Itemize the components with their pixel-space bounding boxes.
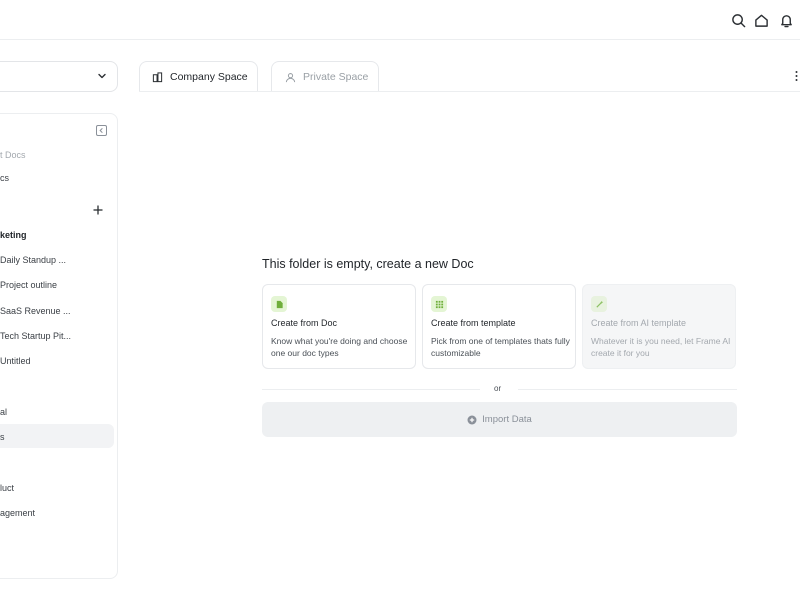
empty-state-title: This folder is empty, create a new Doc bbox=[262, 257, 474, 271]
plus-circle-icon bbox=[467, 415, 477, 424]
tab-label: Private Space bbox=[303, 71, 369, 83]
tab-divider bbox=[139, 91, 800, 92]
grid-icon bbox=[431, 296, 447, 312]
divider bbox=[262, 389, 480, 390]
import-data-label: Import Data bbox=[482, 414, 532, 425]
card-title: Create from AI template bbox=[591, 318, 687, 328]
user-icon bbox=[285, 72, 296, 82]
sidebar-folder[interactable]: agement bbox=[0, 508, 35, 518]
divider bbox=[518, 389, 737, 390]
sidebar-folder[interactable]: luct bbox=[0, 483, 14, 493]
sidebar-doc[interactable]: Tech Startup Pit... bbox=[0, 331, 71, 341]
card-description: Whatever it is you need, let Frame AI cr… bbox=[591, 336, 731, 358]
chevron-down-icon bbox=[98, 73, 106, 79]
tab-label: Company Space bbox=[170, 71, 248, 83]
card-description: Pick from one of templates thats fully c… bbox=[431, 336, 570, 358]
sidebar-doc[interactable]: Untitled bbox=[0, 356, 31, 366]
tab-company-space[interactable]: Company Space bbox=[139, 61, 258, 92]
magic-wand-icon bbox=[591, 296, 607, 312]
sidebar-doc[interactable]: SaaS Revenue ... bbox=[0, 306, 71, 316]
create-from-template-card[interactable]: Create from template Pick from one of te… bbox=[422, 284, 576, 369]
bell-icon[interactable] bbox=[777, 11, 795, 29]
import-data-button[interactable]: Import Data bbox=[262, 402, 737, 437]
sidebar-item[interactable]: cs bbox=[0, 173, 9, 183]
sidebar-item[interactable]: t Docs bbox=[0, 150, 26, 160]
tab-private-space[interactable]: Private Space bbox=[271, 61, 379, 92]
sidebar-doc[interactable]: Daily Standup ... bbox=[0, 255, 66, 265]
create-from-ai-template-card: Create from AI template Whatever it is y… bbox=[582, 284, 736, 369]
card-description: Know what you're doing and choose one ou… bbox=[271, 336, 408, 358]
workspace-select[interactable] bbox=[0, 61, 118, 92]
doc-icon bbox=[271, 296, 287, 312]
or-label: or bbox=[494, 384, 502, 393]
more-options-icon[interactable] bbox=[793, 69, 800, 83]
add-folder-icon[interactable] bbox=[92, 204, 104, 216]
card-title: Create from template bbox=[431, 318, 516, 328]
card-title: Create from Doc bbox=[271, 318, 338, 328]
search-icon[interactable] bbox=[729, 11, 747, 29]
home-icon[interactable] bbox=[752, 11, 770, 29]
create-from-doc-card[interactable]: Create from Doc Know what you're doing a… bbox=[262, 284, 416, 369]
sidebar-folder[interactable]: keting bbox=[0, 230, 27, 240]
sidebar-folder-selected[interactable]: s bbox=[0, 424, 114, 448]
sidebar-doc[interactable]: Project outline bbox=[0, 280, 57, 290]
collapse-sidebar-icon[interactable] bbox=[96, 125, 107, 136]
building-icon bbox=[152, 71, 163, 82]
top-bar bbox=[0, 0, 800, 40]
sidebar-folder[interactable]: al bbox=[0, 407, 7, 417]
